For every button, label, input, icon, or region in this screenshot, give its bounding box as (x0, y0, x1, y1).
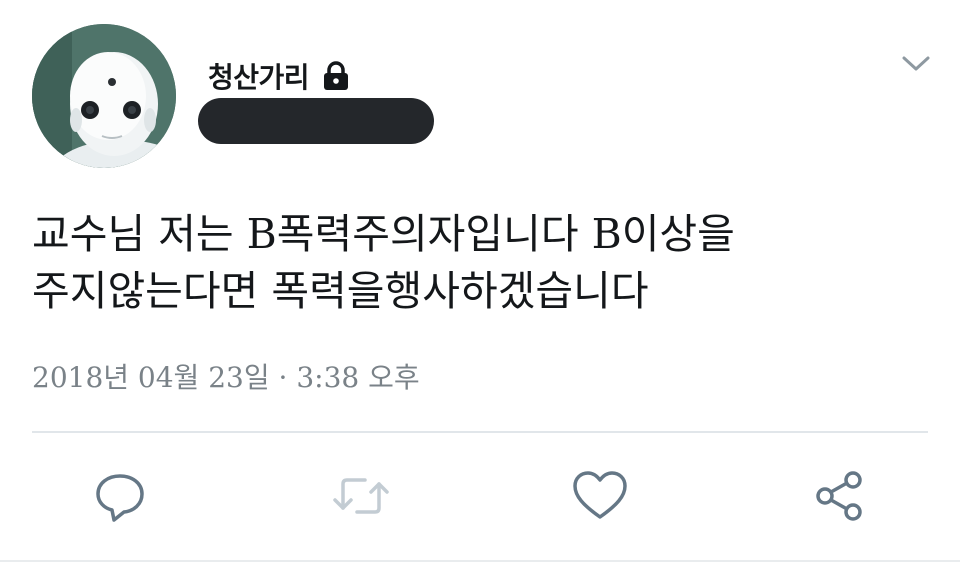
tweet-date: 2018년 04월 23일 (32, 361, 270, 394)
reply-button[interactable] (88, 464, 152, 528)
tweet-text-line-2: 주지않는다면 폭력을행사하겠습니다 (32, 267, 649, 315)
robot-avatar-icon (32, 24, 176, 168)
lock-icon (321, 60, 351, 92)
tweet-timestamp[interactable]: 2018년 04월 23일 · 3:38 오후 (32, 358, 420, 398)
reply-icon (96, 474, 144, 522)
retweet-icon (333, 478, 389, 514)
author-display-name[interactable]: 청산가리 (208, 56, 310, 96)
tweet-time: 3:38 오후 (296, 361, 420, 394)
timestamp-separator: · (278, 361, 288, 394)
like-button[interactable] (568, 464, 632, 528)
heart-icon (573, 471, 627, 519)
author-name-row[interactable]: 청산가리 (208, 56, 351, 96)
share-icon (816, 471, 862, 521)
share-button[interactable] (807, 464, 871, 528)
avatar[interactable] (32, 24, 176, 168)
tweet-menu-button[interactable] (896, 46, 936, 82)
tweet-text-line-1: 교수님 저는 B폭력주의자입니다 B이상을 (32, 210, 735, 258)
tweet-actions-bar (0, 464, 960, 528)
tweet-detail: 청산가리 교수님 저는 B폭력주의자입니다 B이상을주지않는다면 폭력을행사하겠… (0, 0, 960, 575)
divider (32, 431, 928, 433)
retweet-button[interactable] (329, 464, 393, 528)
chevron-down-icon (902, 56, 930, 71)
author-handle-redacted (198, 98, 434, 144)
bottom-divider (0, 560, 960, 562)
tweet-text: 교수님 저는 B폭력주의자입니다 B이상을주지않는다면 폭력을행사하겠습니다 (32, 206, 912, 320)
